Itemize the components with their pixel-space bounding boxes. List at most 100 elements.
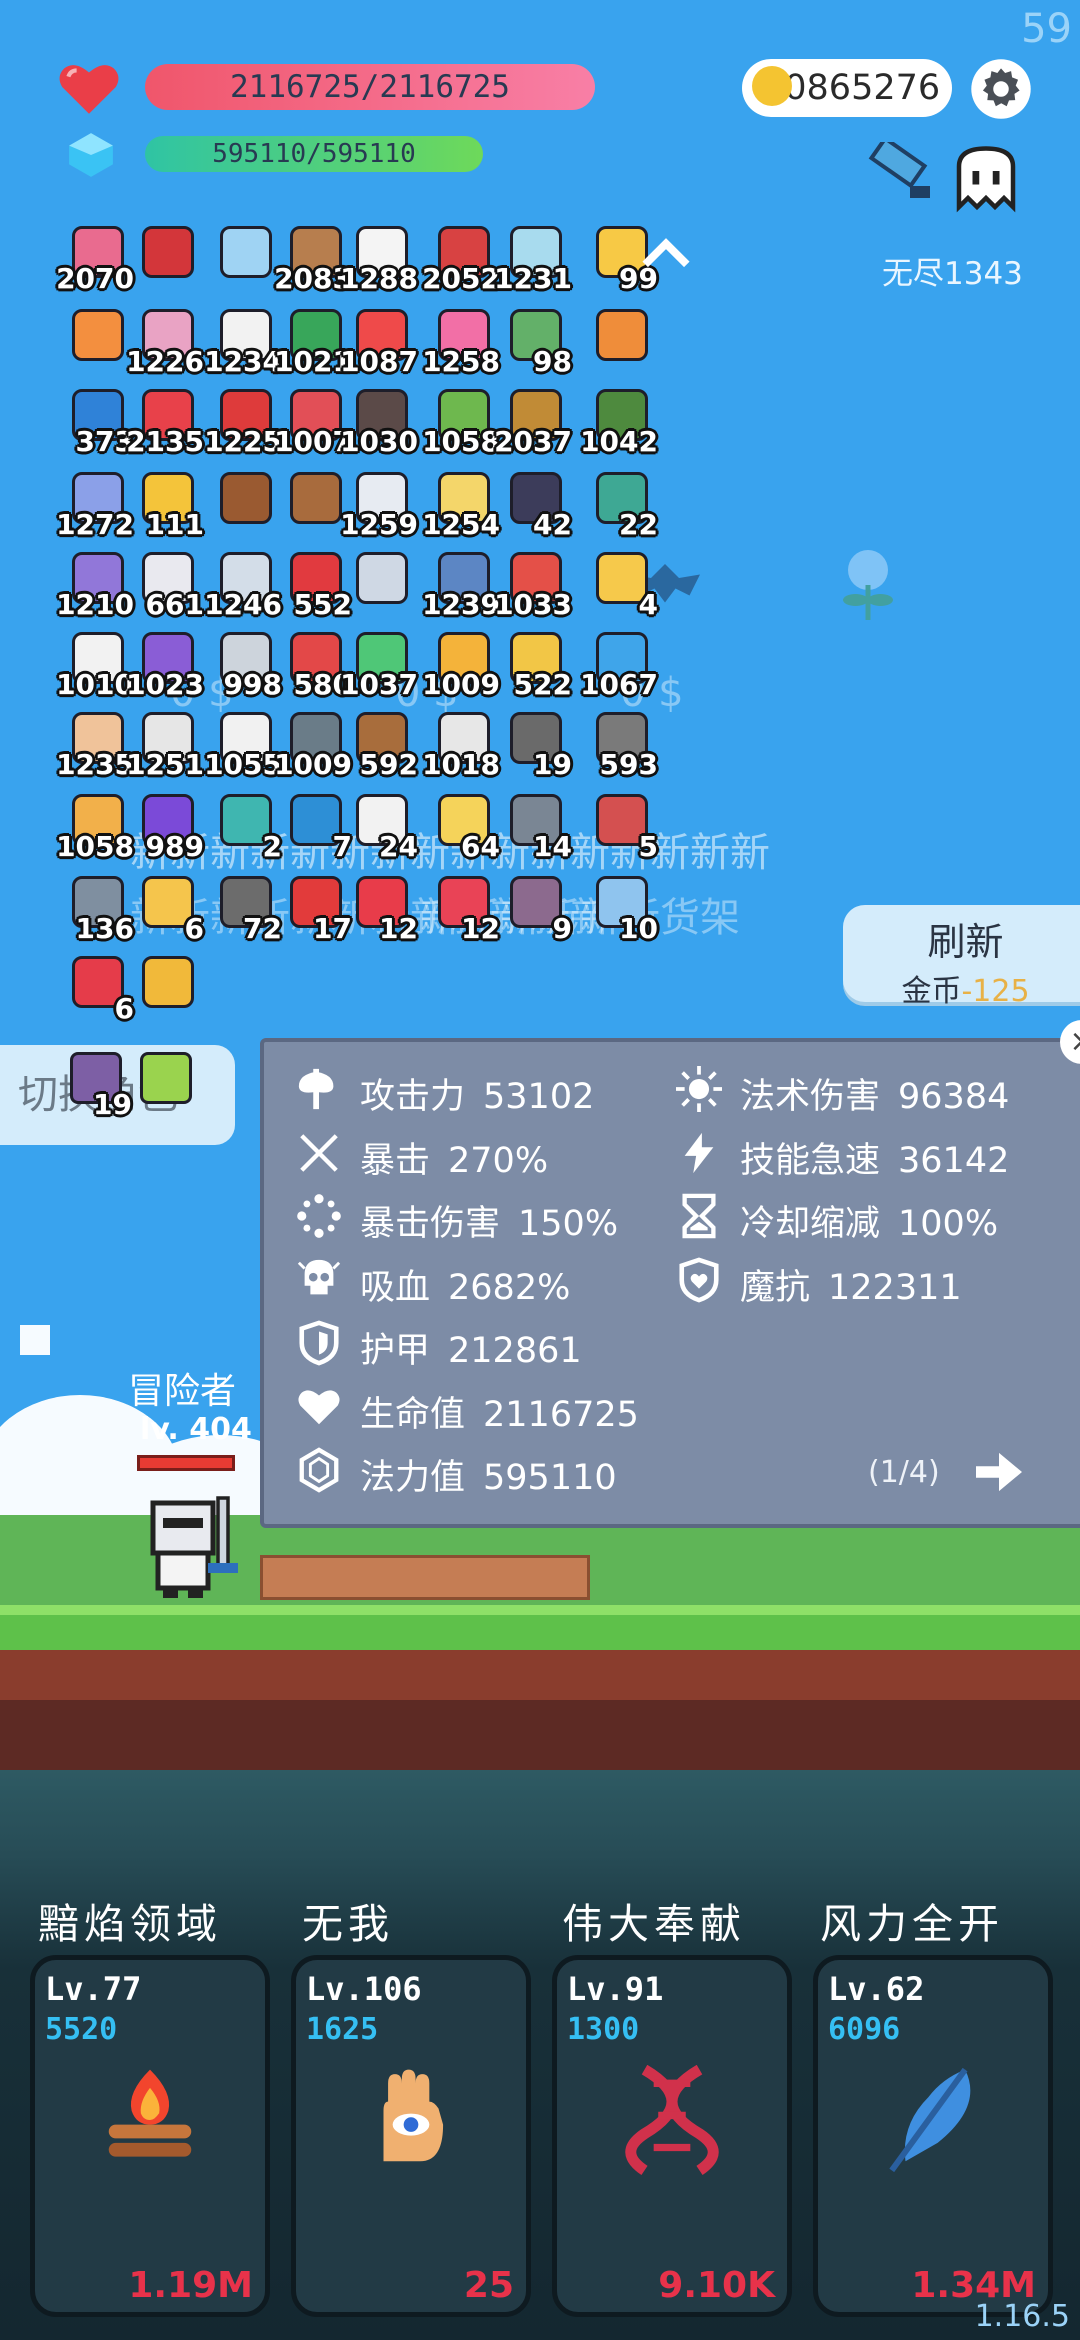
inventory-item[interactable]: 522 bbox=[504, 628, 572, 701]
item-count: 1009 bbox=[422, 668, 500, 701]
inventory-item[interactable]: 373 bbox=[66, 385, 134, 458]
ghost-icon[interactable] bbox=[950, 144, 1022, 216]
inventory-item[interactable]: 2 bbox=[214, 790, 282, 863]
inventory-item[interactable] bbox=[136, 222, 198, 284]
inventory-item[interactable]: 1021 bbox=[274, 305, 352, 378]
refresh-button[interactable]: 刷新 金币-125 bbox=[843, 905, 1080, 1009]
inventory-item[interactable]: 10 bbox=[590, 872, 658, 945]
inventory-item[interactable]: 552 bbox=[284, 548, 352, 621]
inventory-item[interactable]: 1037 bbox=[340, 628, 418, 701]
crit-damage-icon bbox=[297, 1194, 341, 1238]
inventory-item[interactable]: 2135 bbox=[126, 385, 204, 458]
inventory-item[interactable]: 1067 bbox=[580, 628, 658, 701]
inventory-item[interactable]: 1023 bbox=[126, 628, 204, 701]
inventory-item[interactable]: 1239 bbox=[422, 548, 500, 621]
inventory-item[interactable]: 1254 bbox=[422, 468, 500, 541]
inventory-item[interactable]: 1058 bbox=[422, 385, 500, 458]
knight-character[interactable] bbox=[138, 1493, 248, 1603]
inventory-item[interactable]: 1030 bbox=[340, 385, 418, 458]
inventory-item[interactable]: 2037 bbox=[494, 385, 572, 458]
inventory-item[interactable]: 1246 bbox=[204, 548, 282, 621]
shield-icon bbox=[299, 1320, 339, 1366]
inventory-item[interactable]: 136 bbox=[66, 872, 134, 945]
inventory-item[interactable]: 1231 bbox=[494, 222, 572, 295]
attribute-row: 护甲 212861 bbox=[360, 1322, 582, 1373]
inventory-item[interactable]: 1058 bbox=[56, 790, 134, 863]
inventory-item[interactable]: 1210 bbox=[56, 548, 134, 621]
switch-item[interactable]: 19 bbox=[66, 1048, 132, 1121]
inventory-item[interactable]: 1226 bbox=[126, 305, 204, 378]
inventory-item[interactable]: 111 bbox=[136, 468, 204, 541]
inventory-item[interactable]: 42 bbox=[504, 468, 572, 541]
inventory-item[interactable]: 19 bbox=[504, 708, 572, 781]
inventory-item[interactable]: 1018 bbox=[422, 708, 500, 781]
inventory-item[interactable]: 1010 bbox=[56, 628, 134, 701]
inventory-item[interactable]: 98 bbox=[504, 305, 572, 378]
inventory-item[interactable]: 6 bbox=[66, 952, 134, 1025]
dirt-deep bbox=[0, 1700, 1080, 1770]
inventory-item[interactable]: 1033 bbox=[494, 548, 572, 621]
inventory-item[interactable]: 592 bbox=[350, 708, 418, 781]
inventory-item[interactable]: 5 bbox=[590, 790, 658, 863]
inventory-item[interactable] bbox=[590, 305, 652, 367]
inventory-item[interactable]: 1258 bbox=[422, 305, 500, 378]
inventory-item[interactable]: 1009 bbox=[422, 628, 500, 701]
inventory-item[interactable]: 22 bbox=[590, 468, 658, 541]
inventory-item[interactable]: 1251 bbox=[126, 708, 204, 781]
inventory-item[interactable]: 4 bbox=[590, 548, 658, 621]
attribute-value: 2682% bbox=[448, 1267, 571, 1308]
inventory-item[interactable]: 6 bbox=[136, 872, 204, 945]
inventory-item[interactable] bbox=[66, 305, 128, 367]
inventory-item[interactable]: 24 bbox=[350, 790, 418, 863]
next-page-arrow-icon[interactable] bbox=[972, 1449, 1026, 1495]
skill-card[interactable]: Lv.106 1625 25 bbox=[291, 1955, 531, 2317]
inventory-item[interactable]: 72 bbox=[214, 872, 282, 945]
inventory-item[interactable]: 1007 bbox=[274, 385, 352, 458]
inventory-item[interactable] bbox=[284, 468, 346, 530]
attribute-row: 暴击伤害 150% bbox=[360, 1195, 618, 1246]
inventory-item[interactable]: 9 bbox=[504, 872, 572, 945]
inventory-item[interactable] bbox=[214, 222, 276, 284]
inventory-item[interactable]: 2083 bbox=[274, 222, 352, 295]
skill-card[interactable]: Lv.62 6096 1.34M bbox=[813, 1955, 1053, 2317]
item-count: 1055 bbox=[204, 748, 282, 781]
item-count: 111 bbox=[145, 508, 204, 541]
inventory-item[interactable]: 14 bbox=[504, 790, 572, 863]
inventory-item[interactable]: 1288 bbox=[340, 222, 418, 295]
inventory-item[interactable]: 64 bbox=[432, 790, 500, 863]
inventory-item[interactable]: 12 bbox=[432, 872, 500, 945]
inventory-item[interactable]: 2070 bbox=[56, 222, 134, 295]
inventory-item[interactable]: 17 bbox=[284, 872, 352, 945]
inventory-item[interactable] bbox=[214, 468, 276, 530]
inventory-item[interactable]: 2052 bbox=[422, 222, 500, 295]
inventory-item[interactable]: 1042 bbox=[580, 385, 658, 458]
inventory-item[interactable]: 661 bbox=[136, 548, 204, 621]
inventory-item[interactable] bbox=[136, 952, 198, 1014]
inventory-item[interactable]: 1225 bbox=[204, 385, 282, 458]
lightning-icon bbox=[684, 1132, 714, 1173]
inventory-item[interactable] bbox=[350, 548, 412, 610]
inventory-item[interactable]: 998 bbox=[214, 628, 282, 701]
item-count: 552 bbox=[293, 588, 352, 621]
switch-item[interactable] bbox=[136, 1048, 198, 1110]
inventory-item[interactable]: 1259 bbox=[340, 468, 418, 541]
item-count: 6 bbox=[114, 992, 134, 1025]
skill-card[interactable]: Lv.91 1300 9.10K bbox=[552, 1955, 792, 2317]
collapse-arrow-icon[interactable] bbox=[640, 238, 692, 270]
gear-icon[interactable] bbox=[970, 58, 1032, 120]
inventory-item[interactable]: 580 bbox=[284, 628, 352, 701]
inventory-item[interactable]: 1087 bbox=[340, 305, 418, 378]
sword-icon[interactable] bbox=[862, 142, 942, 210]
inventory-item[interactable]: 1234 bbox=[204, 305, 282, 378]
skill-card[interactable]: Lv.77 5520 1.19M bbox=[30, 1955, 270, 2317]
inventory-item[interactable]: 7 bbox=[284, 790, 352, 863]
inventory-item[interactable]: 1055 bbox=[204, 708, 282, 781]
item-count: 1231 bbox=[494, 262, 572, 295]
inventory-item[interactable]: 1235 bbox=[56, 708, 134, 781]
inventory-item[interactable]: 1009 bbox=[274, 708, 352, 781]
inventory-item[interactable]: 1272 bbox=[56, 468, 134, 541]
inventory-item[interactable]: 12 bbox=[350, 872, 418, 945]
skill-upgrade-cost: 1.19M bbox=[128, 2265, 253, 2306]
inventory-item[interactable]: 989 bbox=[136, 790, 204, 863]
inventory-item[interactable]: 593 bbox=[590, 708, 658, 781]
